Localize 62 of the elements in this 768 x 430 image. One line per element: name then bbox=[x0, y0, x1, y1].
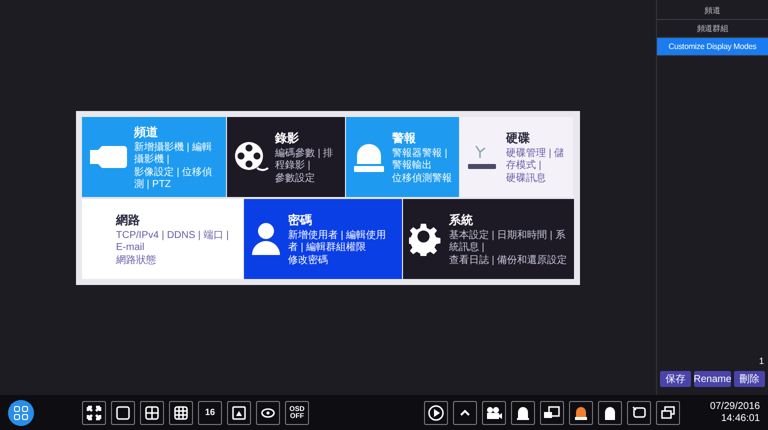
picture-frame-button[interactable] bbox=[227, 400, 251, 424]
menu-tile[interactable]: 硬碟 硬碟管理 | 儲存模式 | 硬碟訊息 bbox=[460, 116, 573, 196]
menu-tile[interactable]: 系統 基本設定 | 日期和時間 | 系統訊息 | 查看日誌 | 備份和還原設定 bbox=[403, 198, 574, 278]
tile-title: 錄影 bbox=[275, 130, 300, 146]
panel-button[interactable]: 保存 bbox=[660, 371, 691, 387]
light-icon bbox=[602, 404, 618, 420]
side-menu-item[interactable]: Customize Display Modes bbox=[657, 38, 768, 56]
play-icon bbox=[427, 404, 445, 422]
tile-links: 警報器警報 | 警報輸出 bbox=[392, 148, 448, 172]
camera-icon bbox=[485, 404, 503, 420]
time-text: 14:46:01 bbox=[721, 412, 760, 424]
fullscreen-icon bbox=[86, 404, 102, 420]
nine-view-icon bbox=[173, 404, 189, 420]
user-icon bbox=[250, 220, 282, 256]
menu-tile[interactable]: 密碼 新增使用者 | 編輯使用者 | 編輯群組權限 修改密碼 bbox=[244, 198, 402, 278]
panel-button[interactable]: Rename bbox=[694, 371, 732, 387]
screens-button[interactable] bbox=[656, 400, 680, 424]
tile-links: TCP/IPv4 | DDNS | 端口 | E-mail bbox=[116, 230, 230, 254]
panel-button[interactable]: 刪除 bbox=[734, 371, 765, 387]
picture-frame-icon bbox=[231, 404, 247, 420]
side-menu-item[interactable]: 頻道 bbox=[657, 2, 768, 20]
caret-button[interactable] bbox=[453, 400, 477, 424]
film-reel-icon bbox=[233, 140, 269, 174]
tile-links: 影像設定 | 位移偵測 | PTZ bbox=[134, 166, 214, 190]
tile-title: 硬碟 bbox=[506, 130, 531, 146]
sixteen-view-button[interactable]: 16 bbox=[198, 400, 222, 424]
tile-links: 位移偵測警報 bbox=[392, 172, 453, 184]
quad-view-button[interactable] bbox=[140, 400, 164, 424]
alarm-light-button[interactable] bbox=[569, 400, 593, 424]
menu-tile[interactable]: 網路 TCP/IPv4 | DDNS | 端口 | E-mail 網路狀態 bbox=[82, 198, 243, 278]
light-button[interactable] bbox=[598, 400, 622, 424]
tile-links: 基本設定 | 日期和時間 | 系統訊息 | bbox=[449, 230, 566, 254]
tile-links: 新增使用者 | 編輯使用者 | 編輯群組權限 bbox=[288, 230, 388, 254]
start-button[interactable] bbox=[8, 400, 34, 426]
tile-links: 編碼參數 | 排程錄影 | bbox=[275, 148, 334, 172]
camera-button[interactable] bbox=[482, 400, 506, 424]
tile-title: 警報 bbox=[392, 130, 417, 146]
quad-view-icon bbox=[144, 404, 160, 420]
date-text: 07/29/2016 bbox=[710, 400, 760, 412]
play-button[interactable] bbox=[424, 400, 448, 424]
tile-links: 查看日誌 | 備份和還原設定 bbox=[449, 254, 568, 266]
monitor-camera-icon bbox=[543, 404, 561, 420]
tile-title: 頻道 bbox=[134, 124, 159, 140]
single-view-button[interactable] bbox=[111, 400, 135, 424]
monitor-camera-button[interactable] bbox=[540, 400, 564, 424]
tile-links: 參數設定 bbox=[275, 172, 316, 184]
nine-view-button[interactable] bbox=[169, 400, 193, 424]
tile-title: 密碼 bbox=[288, 212, 313, 228]
tile-links: 硬碟訊息 bbox=[506, 172, 547, 184]
tile-links: 網路狀態 bbox=[116, 254, 157, 266]
tile-links: 新增攝影機 | 編輯攝影機 | bbox=[134, 142, 214, 166]
single-view-icon bbox=[115, 404, 131, 420]
alarm-light-icon bbox=[573, 404, 589, 420]
tile-links: 修改密碼 bbox=[288, 254, 329, 266]
gear-icon bbox=[409, 222, 443, 256]
menu-tile[interactable]: 錄影 編碼參數 | 排程錄影 | 參數設定 bbox=[227, 116, 345, 196]
screens-icon bbox=[660, 404, 676, 420]
tile-title: 網路 bbox=[116, 212, 141, 228]
tile-links: 硬碟管理 | 儲存模式 | bbox=[506, 148, 566, 172]
page-number: 1 bbox=[758, 354, 764, 368]
fullscreen-button[interactable] bbox=[82, 400, 106, 424]
tile-title: 系統 bbox=[449, 212, 474, 228]
